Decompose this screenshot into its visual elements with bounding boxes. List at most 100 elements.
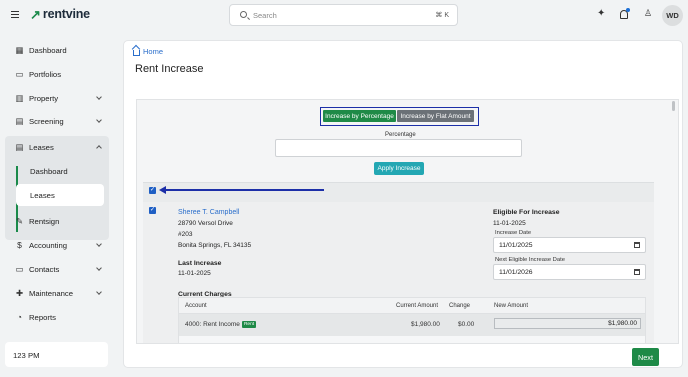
sidebar-item-dashboard[interactable]: ▦ Dashboard <box>7 39 111 61</box>
reports-icon: ◔ <box>16 311 23 322</box>
logo[interactable]: ↗ rentvine <box>30 7 90 21</box>
sidebar-item-label: Accounting <box>29 240 68 250</box>
charge-current-amount: $1,980.00 <box>411 321 440 328</box>
hamburger-menu-icon[interactable] <box>11 11 19 18</box>
search-placeholder: Search <box>253 11 277 20</box>
sidebar-subitem-label: Dashboard <box>30 166 68 176</box>
logo-text: rentvine <box>42 7 90 21</box>
search-shortcut: ⌘ K <box>435 12 449 19</box>
charges-table: Account Current Amount Change New Amount… <box>178 297 646 343</box>
rentsign-icon: ✎ <box>15 215 24 226</box>
contacts-icon: ▭ <box>15 263 24 274</box>
increase-date-value: 11/01/2025 <box>499 242 533 249</box>
chevron-down-icon <box>96 289 102 295</box>
apply-increase-button[interactable]: Apply Increase <box>374 162 424 175</box>
chevron-down-icon <box>96 117 102 123</box>
search-bar[interactable]: Search ⌘ K <box>229 4 458 26</box>
screening-icon: ▤ <box>15 115 24 126</box>
toggle-increase-by-percentage[interactable]: Increase by Percentage <box>323 110 396 122</box>
sidebar-subitem-label: Leases <box>30 190 55 200</box>
scrollbar[interactable] <box>672 101 675 111</box>
sidebar-item-label: Dashboard <box>29 45 67 55</box>
sidebar-subitem-dashboard[interactable]: Dashboard <box>16 160 104 182</box>
sidebar-item-label: Rentsign <box>29 216 60 226</box>
annotation-arrow-line <box>164 189 324 191</box>
person-icon[interactable]: ♙ <box>644 8 652 19</box>
next-button[interactable]: Next <box>632 348 659 366</box>
sidebar-item-label: Reports <box>29 312 56 322</box>
charge-change: $0.00 <box>458 321 475 328</box>
sidebar-item-reports[interactable]: ◔ Reports <box>7 306 111 328</box>
next-eligible-date-input[interactable]: 11/01/2026 <box>493 264 646 280</box>
sparkle-icon[interactable]: ✦ <box>597 8 605 19</box>
toggle-increase-by-flat-amount[interactable]: Increase by Flat Amount <box>397 110 474 122</box>
sidebar-item-label: Screening <box>29 116 64 126</box>
dashboard-icon: ▦ <box>15 44 24 55</box>
top-bar: ↗ rentvine Search ⌘ K ✦ ♙ WD <box>0 0 688 30</box>
new-amount-input[interactable]: $1,980.00 <box>494 318 641 329</box>
charge-account-name: 4000: Rent Income <box>185 321 240 328</box>
sidebar-item-portfolios[interactable]: ▭ Portfolios <box>7 63 111 85</box>
last-increase-date: 11-01-2025 <box>178 270 211 277</box>
main-card: Home Rent Increase Increase by Percentag… <box>123 40 683 368</box>
rent-increase-panel: Increase by Percentage Increase by Flat … <box>136 99 679 344</box>
accounting-icon: $ <box>17 239 22 250</box>
last-increase-label: Last Increase <box>178 260 222 267</box>
lease-row-checkbox[interactable]: ✓ <box>149 207 156 214</box>
sidebar-item-label: Contacts <box>29 264 60 274</box>
sidebar-item-maintenance[interactable]: ✚ Maintenance <box>7 282 111 304</box>
leases-icon: ▤ <box>15 141 24 152</box>
sidebar-item-label: Maintenance <box>29 288 74 298</box>
search-icon <box>240 11 247 18</box>
eligible-for-increase-date: 11-01-2025 <box>493 220 526 227</box>
rent-badge: Rent <box>241 321 257 328</box>
sidebar-item-screening[interactable]: ▤ Screening <box>7 110 111 132</box>
header-change: Change <box>449 303 471 309</box>
calendar-icon[interactable] <box>634 269 640 275</box>
header-account: Account <box>185 303 207 309</box>
header-new-amount: New Amount <box>494 303 529 309</box>
clock-widget: 123 PM <box>5 342 108 367</box>
user-avatar[interactable]: WD <box>662 5 683 26</box>
property-icon: ▥ <box>15 92 24 103</box>
table-row: 4000: Rent Income Rent $1,980.00 $0.00 $1… <box>179 314 645 336</box>
next-eligible-date-value: 11/01/2026 <box>499 269 533 276</box>
notification-dot <box>626 8 630 12</box>
logo-mark-icon: ↗ <box>30 6 41 22</box>
chevron-down-icon <box>96 265 102 271</box>
charge-account: 4000: Rent Income Rent <box>185 321 257 328</box>
address-line-2: #203 <box>178 231 193 238</box>
charges-table-header: Account Current Amount Change New Amount <box>179 298 645 314</box>
increase-date-label: Increase Date <box>495 230 532 236</box>
sidebar-item-label: Leases <box>29 142 54 152</box>
page-title: Rent Increase <box>135 63 204 75</box>
portfolio-icon: ▭ <box>15 68 24 79</box>
sidebar-item-accounting[interactable]: $ Accounting <box>7 234 111 256</box>
tenant-name-link[interactable]: Sheree T. Campbell <box>178 209 239 216</box>
address-line-1: 28790 Versol Drive <box>178 220 233 227</box>
chevron-up-icon <box>96 145 102 151</box>
chevron-down-icon <box>96 94 102 100</box>
sidebar-item-property[interactable]: ▥ Property <box>7 87 111 109</box>
sidebar-item-leases[interactable]: ▤ Leases <box>7 136 111 158</box>
sidebar-subitem-leases[interactable]: Leases <box>16 184 104 206</box>
breadcrumb[interactable]: Home <box>133 47 163 56</box>
percentage-label: Percentage <box>385 132 416 138</box>
maintenance-icon: ✚ <box>15 287 24 298</box>
select-all-row <box>143 182 654 202</box>
eligible-for-increase-label: Eligible For Increase <box>493 209 560 216</box>
sidebar-item-rentsign[interactable]: ✎ Rentsign <box>7 210 111 232</box>
header-current-amount: Current Amount <box>396 303 439 309</box>
next-eligible-label: Next Eligible Increase Date <box>495 257 565 263</box>
percentage-input[interactable] <box>275 139 522 157</box>
sidebar-item-label: Property <box>29 93 59 103</box>
address-line-3: Bonita Springs, FL 34135 <box>178 242 252 249</box>
select-all-checkbox[interactable]: ✓ <box>149 187 156 194</box>
home-icon <box>133 49 140 56</box>
increase-date-input[interactable]: 11/01/2025 <box>493 237 646 253</box>
sidebar: ▦ Dashboard ▭ Portfolios ▥ Property ▤ Sc… <box>0 30 113 377</box>
calendar-icon[interactable] <box>634 242 640 248</box>
sidebar-item-contacts[interactable]: ▭ Contacts <box>7 258 111 280</box>
chevron-down-icon <box>96 241 102 247</box>
breadcrumb-home[interactable]: Home <box>143 47 163 56</box>
